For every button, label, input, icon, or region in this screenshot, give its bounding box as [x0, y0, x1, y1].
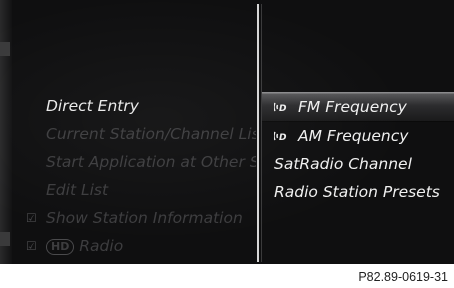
- submenu-item-label: AM Frequency: [298, 127, 409, 145]
- submenu-item-label: SatRadio Channel: [274, 155, 412, 173]
- sources-submenu: D FM Frequency D AM Frequency SatRadio C…: [262, 92, 454, 206]
- radio-options-menu: Direct Entry Current Station/Channel Lis…: [24, 92, 256, 260]
- menu-item-label: Radio: [79, 237, 124, 255]
- svg-text:D: D: [279, 133, 287, 143]
- menu-item-direct-entry[interactable]: Direct Entry: [24, 92, 256, 120]
- menu-item-label: Edit List: [46, 181, 109, 199]
- menu-item-show-station-information[interactable]: ☑ Show Station Information: [24, 204, 256, 232]
- submenu-item-label: FM Frequency: [298, 98, 407, 116]
- submenu-item-radio-station-presets[interactable]: Radio Station Presets: [262, 178, 454, 206]
- menu-item-label: Direct Entry: [46, 97, 139, 115]
- menu-item-label: Show Station Information: [46, 209, 243, 227]
- menu-item-text: HD Radio: [46, 232, 123, 260]
- menu-item-hd-radio[interactable]: ☑ HD Radio: [24, 232, 256, 260]
- menu-item-start-application[interactable]: Start Application at Other Screen: [24, 148, 256, 176]
- menu-item-edit-list[interactable]: Edit List: [24, 176, 256, 204]
- menu-item-label: Current Station/Channel List: [46, 125, 256, 143]
- bezel-notch: [0, 232, 10, 246]
- submenu-item-fm-frequency[interactable]: D FM Frequency: [262, 92, 454, 122]
- submenu-item-am-frequency[interactable]: D AM Frequency: [262, 122, 454, 150]
- figure-caption: P82.89-0619-31: [358, 270, 448, 284]
- hd-radio-icon: D: [274, 102, 287, 114]
- figure: Direct Entry Current Station/Channel Lis…: [0, 0, 454, 288]
- checkbox-checked-icon[interactable]: ☑: [26, 232, 37, 260]
- svg-text:D: D: [279, 104, 287, 114]
- bezel-notch: [0, 42, 10, 56]
- checkbox-checked-icon[interactable]: ☑: [26, 204, 37, 232]
- hd-radio-icon: HD: [46, 238, 75, 255]
- hd-radio-icon: D: [274, 131, 287, 143]
- display-screen: Direct Entry Current Station/Channel Lis…: [0, 0, 454, 264]
- submenu-item-satradio-channel[interactable]: SatRadio Channel: [262, 150, 454, 178]
- menu-item-label: Start Application at Other Screen: [46, 153, 256, 171]
- menu-item-current-station-list[interactable]: Current Station/Channel List: [24, 120, 256, 148]
- submenu-item-label: Radio Station Presets: [274, 183, 440, 201]
- menu-divider: [257, 4, 259, 262]
- left-bezel: [0, 0, 12, 264]
